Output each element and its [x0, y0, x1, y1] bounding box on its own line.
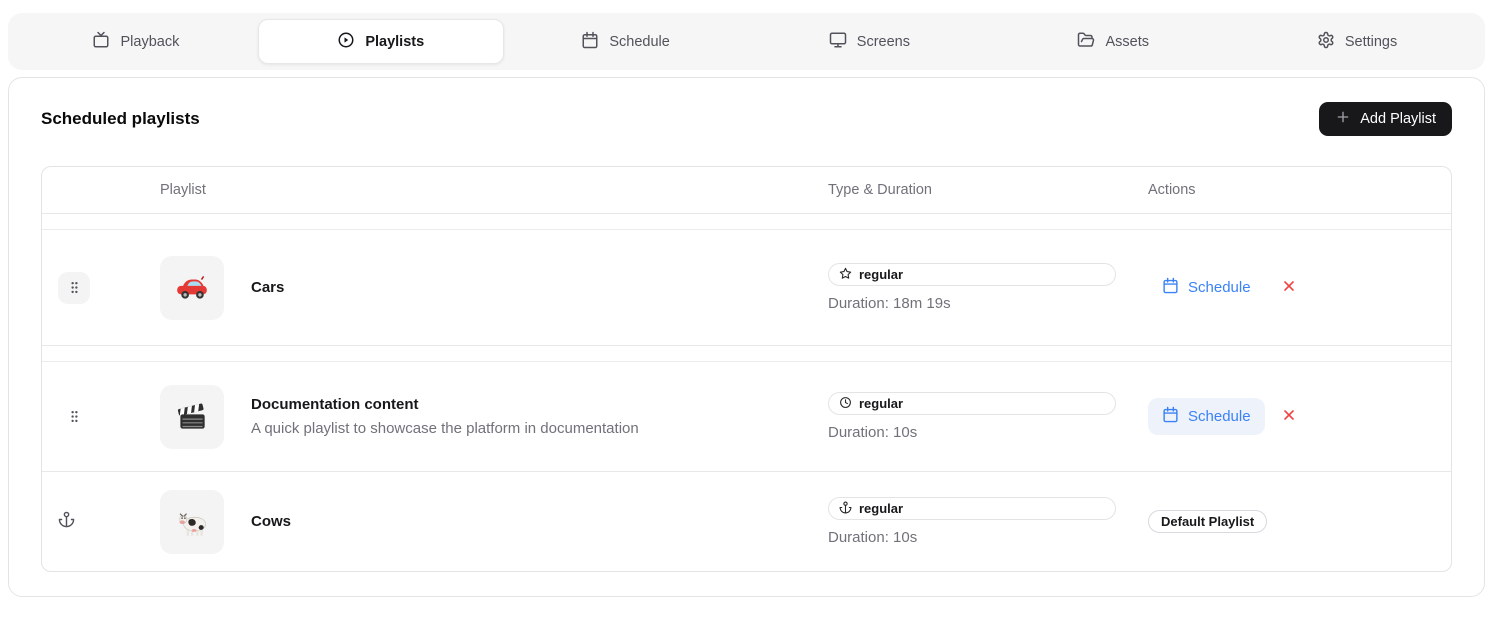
calendar-icon	[1162, 406, 1179, 427]
plus-icon	[1335, 109, 1351, 129]
tab-label: Assets	[1105, 34, 1149, 50]
remove-playlist-button[interactable]	[1279, 405, 1299, 428]
tab-assets[interactable]: Assets	[991, 19, 1235, 64]
column-header-playlist: Playlist	[160, 182, 828, 198]
x-icon	[1281, 407, 1297, 426]
monitor-icon	[829, 31, 847, 53]
playlist-type-badge[interactable]: regular	[828, 497, 1116, 520]
table-row: Cars regular Duration: 18m 19s Schedule	[42, 230, 1451, 346]
calendar-icon	[581, 31, 599, 53]
anchor-icon	[58, 511, 75, 533]
anchor-icon	[839, 501, 852, 517]
schedule-button[interactable]: Schedule	[1148, 269, 1265, 306]
column-header-type-duration: Type & Duration	[828, 182, 1148, 198]
playlist-type-badge[interactable]: regular	[828, 392, 1116, 415]
default-playlist-badge: Default Playlist	[1148, 510, 1267, 533]
x-icon	[1281, 278, 1297, 297]
add-playlist-button[interactable]: Add Playlist	[1319, 102, 1452, 136]
tab-label: Settings	[1345, 34, 1397, 50]
playlist-name: Documentation content	[251, 396, 828, 413]
playlists-table: Playlist Type & Duration Actions	[41, 166, 1452, 572]
page-title: Scheduled playlists	[41, 109, 200, 129]
table-row: Cows regular Duration: 10s Default Playl…	[42, 472, 1451, 571]
playlist-thumbnail-cow	[160, 490, 224, 554]
schedule-button[interactable]: Schedule	[1148, 398, 1265, 435]
playlist-duration: Duration: 10s	[828, 529, 1116, 546]
calendar-icon	[1162, 277, 1179, 298]
tab-label: Playlists	[365, 34, 424, 50]
remove-playlist-button[interactable]	[1279, 276, 1299, 299]
tab-playlists[interactable]: Playlists	[258, 19, 504, 64]
playlist-thumbnail-car	[160, 256, 224, 320]
table-row: Documentation content A quick playlist t…	[42, 362, 1451, 472]
playlist-name: Cows	[251, 513, 828, 530]
tab-label: Screens	[857, 34, 910, 50]
tab-screens[interactable]: Screens	[747, 19, 991, 64]
schedule-label: Schedule	[1188, 279, 1251, 296]
playlist-description: A quick playlist to showcase the platfor…	[251, 420, 828, 437]
playlist-duration: Duration: 10s	[828, 424, 1116, 441]
playlist-type-badge[interactable]: regular	[828, 263, 1116, 286]
row-spacer	[42, 214, 1451, 230]
gear-icon	[1317, 31, 1335, 53]
playlist-name: Cars	[251, 279, 828, 296]
schedule-label: Schedule	[1188, 408, 1251, 425]
tv-icon	[92, 31, 110, 53]
playlist-duration: Duration: 18m 19s	[828, 295, 1116, 312]
type-badge-label: regular	[859, 267, 903, 282]
type-badge-label: regular	[859, 396, 903, 411]
drag-handle-icon[interactable]	[58, 272, 90, 304]
add-playlist-label: Add Playlist	[1360, 111, 1436, 127]
tab-playback[interactable]: Playback	[14, 19, 258, 64]
play-circle-icon	[337, 31, 355, 53]
column-header-actions: Actions	[1148, 182, 1451, 198]
type-badge-label: regular	[859, 501, 903, 516]
star-icon	[839, 267, 852, 283]
folder-open-icon	[1077, 31, 1095, 53]
tab-settings[interactable]: Settings	[1235, 19, 1479, 64]
clock-icon	[839, 396, 852, 412]
scheduled-playlists-panel: Scheduled playlists Add Playlist Playlis…	[8, 77, 1485, 597]
top-nav: Playback Playlists Schedule Screens Asse…	[8, 13, 1485, 70]
row-spacer	[42, 346, 1451, 362]
table-header: Playlist Type & Duration Actions	[42, 167, 1451, 214]
tab-schedule[interactable]: Schedule	[504, 19, 748, 64]
tab-label: Schedule	[609, 34, 669, 50]
drag-handle-icon[interactable]	[58, 401, 90, 433]
tab-label: Playback	[120, 34, 179, 50]
playlist-thumbnail-clapperboard	[160, 385, 224, 449]
